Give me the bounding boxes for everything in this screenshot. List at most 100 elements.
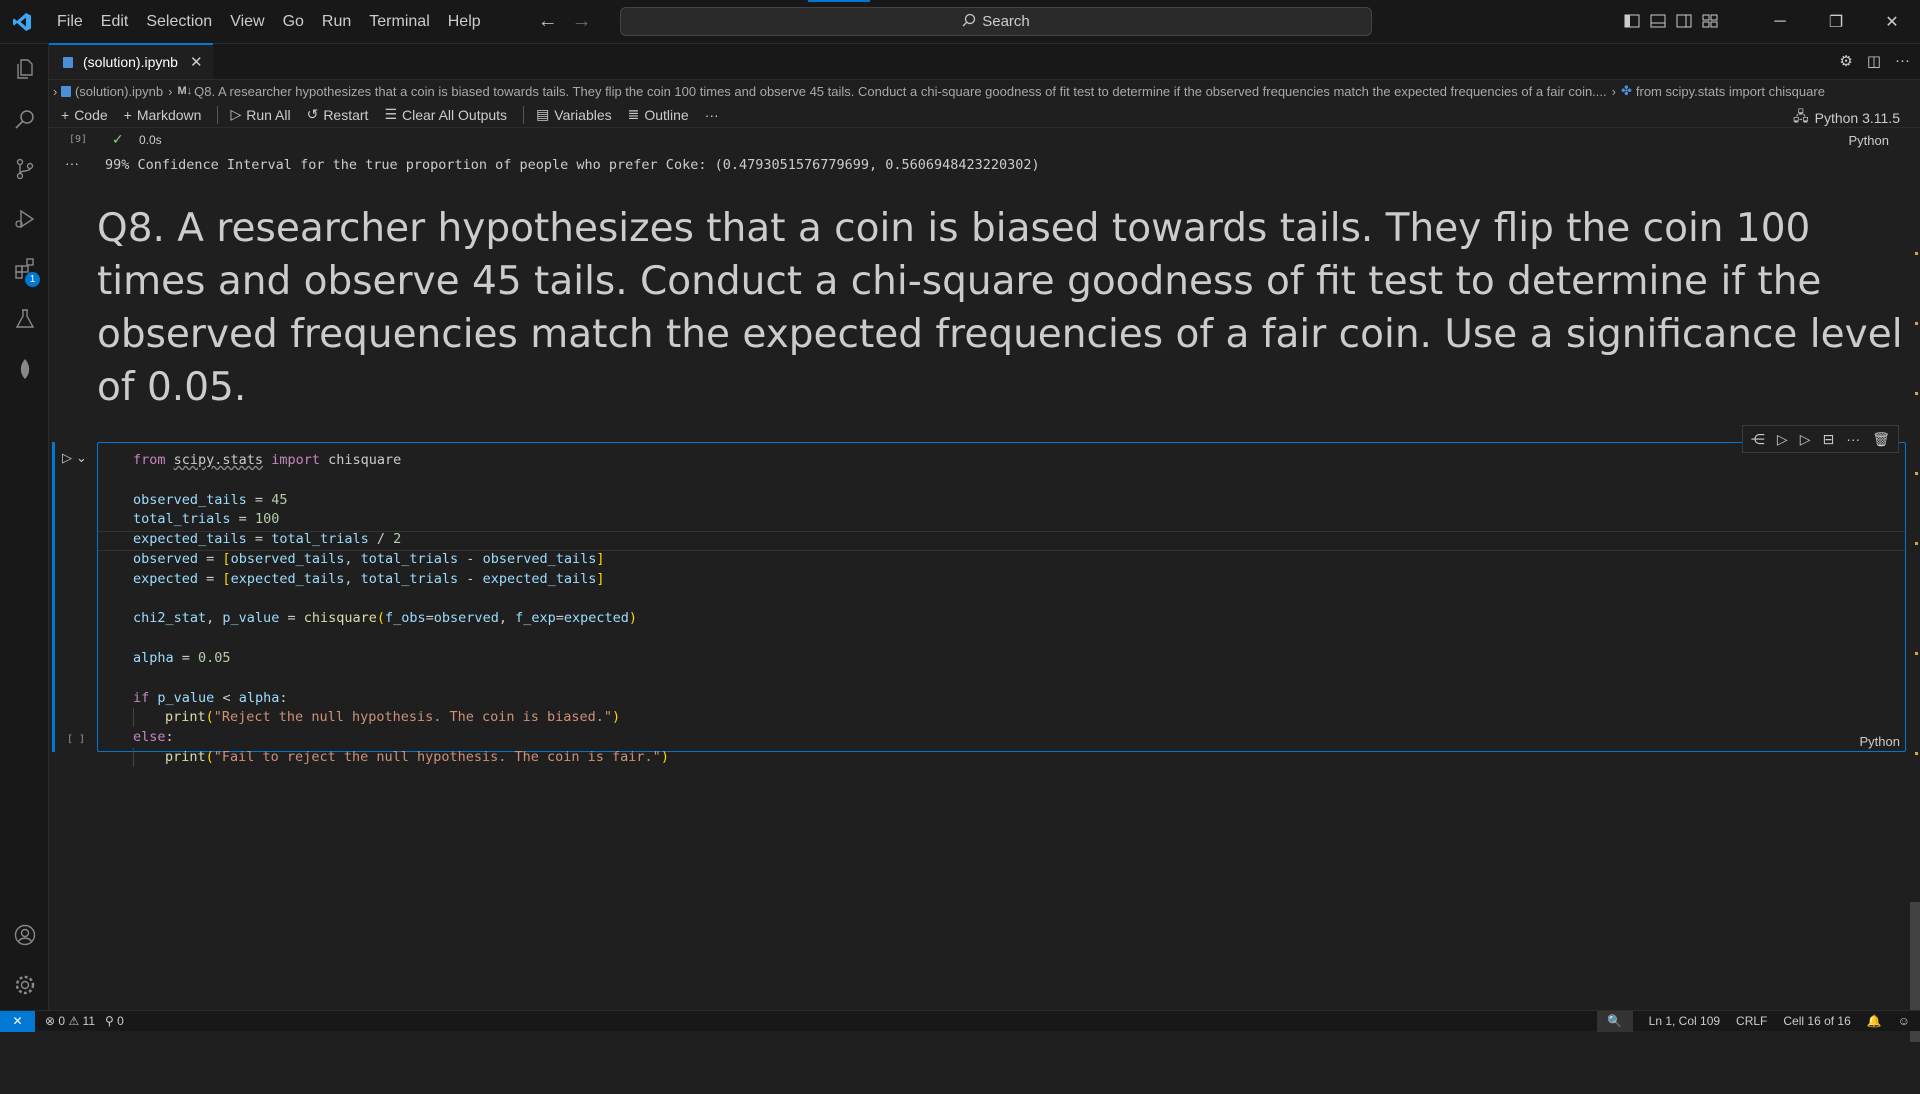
code-cell-editor[interactable]: ⋲ ▷ ▷ ⊟ ··· 🗑 from scipy.stats import ch… [97, 442, 1906, 752]
menu-edit[interactable]: Edit [92, 0, 138, 44]
variables-label: Variables [554, 107, 611, 123]
copilot-icon[interactable]: ☺ [1898, 1014, 1910, 1028]
breadcrumb-symbol[interactable]: from scipy.stats import chisquare [1636, 84, 1825, 99]
problems-indicator[interactable]: ⊗ 0 ⚠ 11 [45, 1014, 95, 1028]
add-code-label: Code [74, 107, 107, 123]
clear-all-outputs-button[interactable]: ☰Clear All Outputs [384, 106, 507, 123]
testing-flask-icon[interactable] [0, 294, 49, 344]
menu-selection[interactable]: Selection [137, 0, 221, 44]
plus-icon: + [124, 107, 132, 123]
menu-help[interactable]: Help [439, 0, 490, 44]
restore-button[interactable]: ❐ [1808, 0, 1864, 44]
menu-go[interactable]: Go [274, 0, 313, 44]
remote-indicator-icon[interactable]: ✕ [0, 1011, 35, 1032]
notifications-bell-icon[interactable]: 🔔 [1867, 1014, 1882, 1028]
toggle-primary-sidebar-icon[interactable] [1624, 13, 1640, 32]
explorer-icon[interactable] [0, 44, 49, 94]
cursor-position[interactable]: Ln 1, Col 109 [1649, 1014, 1720, 1028]
activity-bar-bottom [0, 910, 49, 1010]
line-ending[interactable]: CRLF [1736, 1014, 1767, 1028]
split-editor-icon[interactable]: ◫ [1867, 52, 1881, 70]
title-bar: File Edit Selection View Go Run Terminal… [0, 0, 1920, 44]
tab-close-icon[interactable]: ✕ [190, 53, 203, 71]
cell-focus-indicator [52, 442, 55, 752]
editor-actions: ⚙ ◫ ··· [1839, 52, 1910, 70]
editor-area: (solution).ipynb ✕ ⚙ ◫ ··· › (solution).… [49, 44, 1920, 1010]
breadcrumb-expand-chevron-icon[interactable]: › [53, 84, 57, 99]
cell-position[interactable]: Cell 16 of 16 [1783, 1014, 1850, 1028]
run-all-icon: ▷ [230, 106, 241, 123]
vertical-scrollbar[interactable] [1910, 212, 1920, 1094]
menu-view[interactable]: View [221, 0, 273, 44]
menu-file[interactable]: File [48, 0, 92, 44]
cell-toolbar: ⋲ ▷ ▷ ⊟ ··· 🗑 [1742, 425, 1899, 453]
manage-gear-icon[interactable] [0, 960, 49, 1010]
add-code-cell-button[interactable]: + Code [61, 107, 108, 123]
toggle-panel-icon[interactable] [1650, 13, 1666, 32]
menu-terminal[interactable]: Terminal [360, 0, 438, 44]
navigation-arrows: ← → [538, 10, 592, 33]
restart-label: Restart [323, 107, 368, 123]
mongodb-leaf-icon[interactable] [0, 344, 49, 394]
add-markdown-label: Markdown [137, 107, 202, 123]
status-bar: ✕ ⊗ 0 ⚠ 11 ⚲ 0 🔍 Ln 1, Col 109 CRLF Cell… [0, 1010, 1920, 1031]
tab-bar: (solution).ipynb ✕ ⚙ ◫ ··· [49, 44, 1920, 80]
warning-count: 11 [83, 1014, 95, 1028]
run-debug-icon[interactable] [0, 194, 49, 244]
execute-below-icon[interactable]: ▷ [1800, 431, 1811, 448]
run-cell-button[interactable]: ▷ ⌄ [62, 450, 87, 466]
cell-language-label[interactable]: Python [1849, 133, 1889, 148]
source-control-icon[interactable] [0, 144, 49, 194]
activity-bar: 1 [0, 44, 49, 1010]
toggle-secondary-sidebar-icon[interactable] [1676, 13, 1692, 32]
markdown-cell[interactable]: Q8. A researcher hypothesizes that a coi… [97, 202, 1917, 414]
plus-icon: + [61, 107, 69, 123]
notebook-settings-gear-icon[interactable]: ⚙ [1839, 52, 1852, 70]
restart-kernel-button[interactable]: ↺Restart [307, 106, 369, 123]
overview-ruler-mark [1915, 252, 1918, 255]
code-content[interactable]: from scipy.stats import chisquare observ… [133, 451, 669, 768]
toolbar-more-button[interactable]: ··· [705, 107, 719, 123]
search-view-icon[interactable] [0, 94, 49, 144]
run-all-button[interactable]: ▷Run All [230, 106, 290, 123]
minimize-button[interactable]: ─ [1752, 0, 1808, 44]
success-check-icon: ✓ [112, 131, 124, 148]
tab-solution-notebook[interactable]: (solution).ipynb ✕ [49, 43, 213, 79]
zoom-icon[interactable]: 🔍 [1597, 1011, 1633, 1032]
status-right: 🔍 Ln 1, Col 109 CRLF Cell 16 of 16 🔔 ☺ [1597, 1011, 1910, 1032]
overview-ruler-mark [1915, 652, 1918, 655]
cell-more-icon[interactable]: ··· [1846, 431, 1860, 447]
variables-button[interactable]: ▤ Variables [536, 106, 612, 123]
overview-ruler-mark [1915, 752, 1918, 755]
overview-ruler-mark [1915, 322, 1918, 325]
run-by-line-icon[interactable]: ⋲ [1751, 431, 1765, 448]
breadcrumb-separator-icon: › [168, 84, 172, 99]
variables-icon: ▤ [536, 106, 549, 123]
close-window-button[interactable]: ✕ [1864, 0, 1920, 44]
extensions-badge: 1 [25, 272, 40, 287]
tab-title: (solution).ipynb [83, 54, 178, 70]
menu-run[interactable]: Run [313, 0, 360, 44]
breadcrumb-file[interactable]: (solution).ipynb [75, 84, 163, 99]
delete-cell-icon[interactable]: 🗑 [1872, 431, 1890, 448]
ports-icon: ⚲ [105, 1014, 114, 1028]
back-arrow-icon[interactable]: ← [538, 10, 558, 33]
ports-indicator[interactable]: ⚲ 0 [105, 1014, 124, 1028]
forward-arrow-icon[interactable]: → [572, 10, 592, 33]
extensions-icon[interactable]: 1 [0, 244, 49, 294]
customize-layout-icon[interactable] [1702, 13, 1718, 32]
accounts-icon[interactable] [0, 910, 49, 960]
more-actions-icon[interactable]: ··· [1895, 52, 1910, 70]
command-center-search[interactable]: Search [620, 7, 1372, 36]
breadcrumb-section[interactable]: Q8. A researcher hypothesizes that a coi… [194, 84, 1607, 99]
kernel-picker[interactable]: 🖧 Python 3.11.5 [1793, 106, 1900, 130]
add-markdown-cell-button[interactable]: + Markdown [124, 107, 202, 123]
kernel-label: Python 3.11.5 [1815, 110, 1900, 126]
output-actions-icon[interactable]: ··· [65, 155, 79, 171]
run-options-chevron-icon[interactable]: ⌄ [76, 450, 87, 466]
split-cell-icon[interactable]: ⊟ [1822, 431, 1834, 448]
clear-outputs-label: Clear All Outputs [402, 107, 507, 123]
execute-above-icon[interactable]: ▷ [1777, 431, 1788, 448]
outline-button[interactable]: ≣Outline [628, 106, 689, 123]
cell-language-label[interactable]: Python [1860, 734, 1900, 749]
